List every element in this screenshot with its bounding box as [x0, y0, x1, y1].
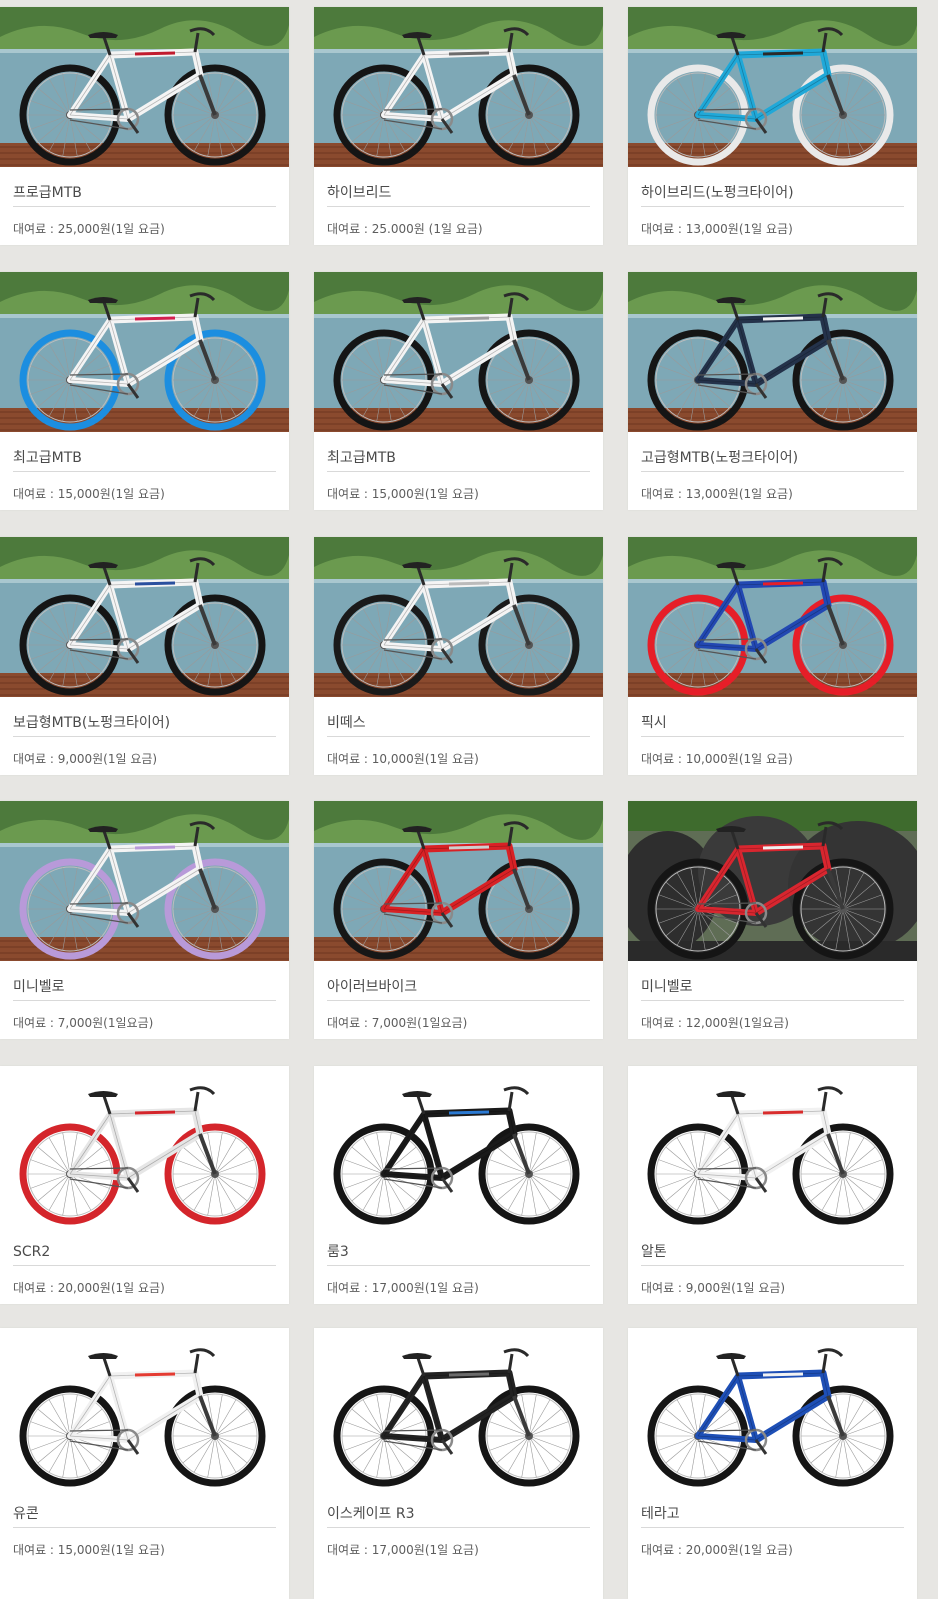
product-card-16[interactable]: 유콘 대여료 : 15,000원(1일 요금): [0, 1328, 289, 1599]
product-price-10: 대여료 : 7,000원(1일요금): [13, 1016, 154, 1030]
product-name-1[interactable]: 프로급MTB: [13, 182, 276, 207]
bike-photo-10[interactable]: [0, 801, 289, 961]
bike-photo-8[interactable]: [314, 537, 603, 697]
product-price-6: 대여료 : 13,000원(1일 요금): [641, 487, 793, 501]
product-card-13[interactable]: SCR2 대여료 : 20,000원(1일 요금): [0, 1066, 289, 1304]
product-card-4[interactable]: 최고급MTB 대여료 : 15,000원(1일 요금): [0, 272, 289, 510]
product-price-7: 대여료 : 9,000원(1일 요금): [13, 752, 158, 766]
product-name-10[interactable]: 미니벨로: [13, 976, 276, 1001]
product-price-5: 대여료 : 15,000원(1일 요금): [327, 487, 479, 501]
product-name-5[interactable]: 최고급MTB: [327, 447, 590, 472]
product-card-9[interactable]: 픽시 대여료 : 10,000원(1일 요금): [628, 537, 917, 775]
product-card-11[interactable]: 아이러브바이크 대여료 : 7,000원(1일요금): [314, 801, 603, 1039]
product-name-16[interactable]: 유콘: [13, 1503, 276, 1528]
product-name-15[interactable]: 알톤: [641, 1241, 904, 1266]
product-card-6[interactable]: 고급형MTB(노펑크타이어) 대여료 : 13,000원(1일 요금): [628, 272, 917, 510]
bike-photo-6[interactable]: [628, 272, 917, 432]
bike-photo-5[interactable]: [314, 272, 603, 432]
bike-photo-18[interactable]: [628, 1328, 917, 1488]
bike-photo-16[interactable]: [0, 1328, 289, 1488]
product-card-10[interactable]: 미니벨로 대여료 : 7,000원(1일요금): [0, 801, 289, 1039]
product-price-9: 대여료 : 10,000원(1일 요금): [641, 752, 793, 766]
product-card-7[interactable]: 보급형MTB(노펑크타이어) 대여료 : 9,000원(1일 요금): [0, 537, 289, 775]
product-card-14[interactable]: 룸3 대여료 : 17,000원(1일 요금): [314, 1066, 603, 1304]
product-name-18[interactable]: 테라고: [641, 1503, 904, 1528]
bike-photo-9[interactable]: [628, 537, 917, 697]
product-name-14[interactable]: 룸3: [327, 1241, 590, 1266]
bike-photo-7[interactable]: [0, 537, 289, 697]
product-price-13: 대여료 : 20,000원(1일 요금): [13, 1281, 165, 1295]
bike-rental-grid: 프로급MTB 대여료 : 25,000원(1일 요금) 하이브리드 대여료 : …: [0, 0, 938, 1599]
product-price-12: 대여료 : 12,000원(1일요금): [641, 1016, 789, 1030]
product-price-11: 대여료 : 7,000원(1일요금): [327, 1016, 468, 1030]
product-price-3: 대여료 : 13,000원(1일 요금): [641, 222, 793, 236]
product-card-18[interactable]: 테라고 대여료 : 20,000원(1일 요금): [628, 1328, 917, 1599]
product-card-5[interactable]: 최고급MTB 대여료 : 15,000원(1일 요금): [314, 272, 603, 510]
product-price-8: 대여료 : 10,000원(1일 요금): [327, 752, 479, 766]
product-price-14: 대여료 : 17,000원(1일 요금): [327, 1281, 479, 1295]
bike-photo-4[interactable]: [0, 272, 289, 432]
product-price-16: 대여료 : 15,000원(1일 요금): [13, 1543, 165, 1557]
product-price-2: 대여료 : 25.000원 (1일 요금): [327, 222, 483, 236]
product-card-8[interactable]: 비떼스 대여료 : 10,000원(1일 요금): [314, 537, 603, 775]
bike-photo-3[interactable]: [628, 7, 917, 167]
product-card-12[interactable]: 미니벨로 대여료 : 12,000원(1일요금): [628, 801, 917, 1039]
product-price-15: 대여료 : 9,000원(1일 요금): [641, 1281, 786, 1295]
bike-photo-15[interactable]: [628, 1066, 917, 1226]
product-name-9[interactable]: 픽시: [641, 712, 904, 737]
bike-photo-17[interactable]: [314, 1328, 603, 1488]
product-name-3[interactable]: 하이브리드(노펑크타이어): [641, 182, 904, 207]
bike-photo-12[interactable]: [628, 801, 917, 961]
product-card-1[interactable]: 프로급MTB 대여료 : 25,000원(1일 요금): [0, 7, 289, 245]
product-name-2[interactable]: 하이브리드: [327, 182, 590, 207]
product-price-17: 대여료 : 17,000원(1일 요금): [327, 1543, 479, 1557]
product-card-2[interactable]: 하이브리드 대여료 : 25.000원 (1일 요금): [314, 7, 603, 245]
product-card-3[interactable]: 하이브리드(노펑크타이어) 대여료 : 13,000원(1일 요금): [628, 7, 917, 245]
bike-photo-11[interactable]: [314, 801, 603, 961]
product-price-4: 대여료 : 15,000원(1일 요금): [13, 487, 165, 501]
product-name-8[interactable]: 비떼스: [327, 712, 590, 737]
product-name-17[interactable]: 이스케이프 R3: [327, 1503, 590, 1528]
product-name-13[interactable]: SCR2: [13, 1241, 276, 1266]
product-price-18: 대여료 : 20,000원(1일 요금): [641, 1543, 793, 1557]
product-name-4[interactable]: 최고급MTB: [13, 447, 276, 472]
bike-photo-13[interactable]: [0, 1066, 289, 1226]
product-name-7[interactable]: 보급형MTB(노펑크타이어): [13, 712, 276, 737]
product-name-12[interactable]: 미니벨로: [641, 976, 904, 1001]
bike-photo-2[interactable]: [314, 7, 603, 167]
bike-photo-14[interactable]: [314, 1066, 603, 1226]
product-card-17[interactable]: 이스케이프 R3 대여료 : 17,000원(1일 요금): [314, 1328, 603, 1599]
product-name-11[interactable]: 아이러브바이크: [327, 976, 590, 1001]
bike-photo-1[interactable]: [0, 7, 289, 167]
product-name-6[interactable]: 고급형MTB(노펑크타이어): [641, 447, 904, 472]
product-card-15[interactable]: 알톤 대여료 : 9,000원(1일 요금): [628, 1066, 917, 1304]
product-price-1: 대여료 : 25,000원(1일 요금): [13, 222, 165, 236]
